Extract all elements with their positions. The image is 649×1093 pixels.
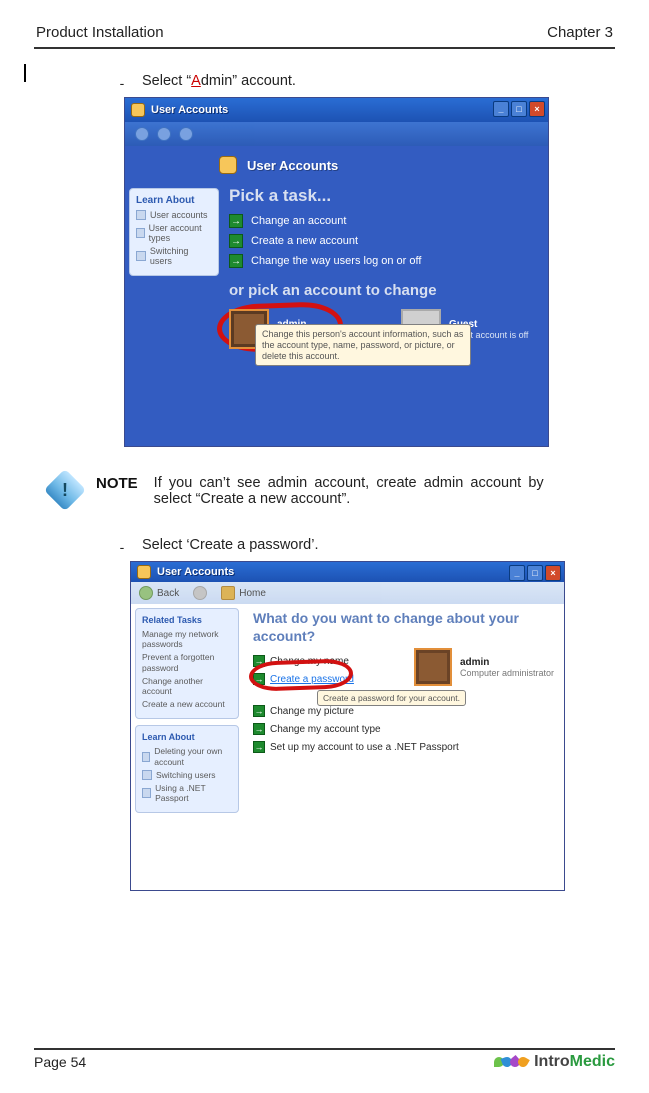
screenshot-user-account-detail: User Accounts _ □ × Back Home Related Ta… — [130, 561, 565, 891]
related-item[interactable]: Prevent a forgotten password — [142, 652, 232, 672]
close-button[interactable]: × — [529, 101, 545, 117]
note-block: ! NOTE If you can’t see admin account, c… — [54, 469, 613, 507]
question-heading: What do you want to change about your ac… — [253, 610, 552, 645]
window-title: User Accounts — [157, 566, 234, 578]
related-item[interactable]: Change another account — [142, 676, 232, 696]
task-logon-options[interactable]: →Change the way users log on or off — [229, 254, 548, 268]
arrow-icon: → — [253, 705, 265, 717]
page-footer: Page 54 IntroMedic — [34, 1048, 615, 1071]
option-net-passport[interactable]: →Set up my account to use a .NET Passpor… — [253, 741, 552, 753]
header-right: Chapter 3 — [547, 24, 613, 41]
option-change-type[interactable]: →Change my account type — [253, 723, 552, 735]
brand-logo: IntroMedic — [494, 1053, 615, 1071]
footer-rule — [34, 1048, 615, 1050]
learn-item[interactable]: User accounts — [136, 210, 212, 220]
learn-item[interactable]: Switching users — [136, 246, 212, 266]
main-panel: What do you want to change about your ac… — [243, 604, 564, 823]
step-text: Select ‘Create a password’. — [142, 537, 319, 553]
account-name: admin — [460, 657, 554, 668]
window-title: User Accounts — [151, 104, 228, 116]
help-icon — [136, 210, 146, 220]
content-header: User Accounts — [125, 146, 548, 184]
pick-a-task-heading: Pick a task... — [229, 186, 548, 206]
tooltip: Change this person's account information… — [255, 324, 471, 366]
app-icon — [131, 103, 145, 117]
related-item[interactable]: Create a new account — [142, 699, 232, 709]
related-item[interactable]: Manage my network passwords — [142, 629, 232, 649]
task-create-account[interactable]: →Create a new account — [229, 234, 548, 248]
note-text: If you can’t see admin account, create a… — [154, 469, 544, 507]
home-button[interactable]: Home — [221, 586, 266, 600]
home-icon — [221, 586, 235, 600]
home-button[interactable] — [179, 127, 193, 141]
highlight-circle — [249, 658, 354, 692]
help-icon — [142, 788, 151, 798]
arrow-icon: → — [229, 214, 243, 228]
change-bar — [24, 64, 26, 82]
account-subtitle: Computer administrator — [460, 668, 554, 678]
page-number: Page 54 — [34, 1054, 86, 1070]
sidebar: Related Tasks Manage my network password… — [131, 604, 243, 823]
maximize-button[interactable]: □ — [527, 565, 543, 581]
forward-button[interactable] — [157, 127, 171, 141]
sidebar-learn-about: Learn About User accounts User account t… — [125, 184, 223, 452]
minimize-button[interactable]: _ — [509, 565, 525, 581]
arrow-icon: → — [253, 741, 265, 753]
help-icon — [142, 752, 150, 762]
navigation-toolbar: Back Home — [131, 582, 564, 604]
or-pick-heading: or pick an account to change — [229, 282, 548, 299]
help-icon — [142, 770, 152, 780]
step-select-admin: - Select “Admin” account. — [118, 73, 613, 91]
help-icon — [136, 251, 146, 261]
learn-item[interactable]: Deleting your own account — [142, 746, 232, 766]
screenshot-user-accounts-home: User Accounts _ □ × User Accounts — [124, 97, 549, 447]
main-panel: Pick a task... →Change an account →Creat… — [223, 184, 548, 452]
close-button[interactable]: × — [545, 565, 561, 581]
users-icon — [219, 156, 237, 174]
current-user-badge: admin Computer administrator — [414, 648, 554, 686]
window-titlebar: User Accounts _ □ × — [131, 562, 564, 582]
option-change-picture[interactable]: →Change my picture — [253, 705, 552, 717]
back-button[interactable] — [135, 127, 149, 141]
maximize-button[interactable]: □ — [511, 101, 527, 117]
learn-about-title: Learn About — [142, 732, 232, 742]
minimize-button[interactable]: _ — [493, 101, 509, 117]
content-title: User Accounts — [247, 158, 338, 173]
back-button[interactable]: Back — [139, 586, 179, 600]
header-left: Product Installation — [36, 24, 164, 41]
learn-about-title: Learn About — [136, 195, 212, 206]
learn-item[interactable]: User account types — [136, 223, 212, 243]
tooltip: Create a password for your account. — [317, 690, 466, 706]
help-icon — [136, 228, 145, 238]
learn-item[interactable]: Using a .NET Passport — [142, 783, 232, 803]
app-icon — [137, 565, 151, 579]
learn-item[interactable]: Switching users — [142, 770, 232, 780]
forward-icon — [193, 586, 207, 600]
step-text: Select “Admin” account. — [142, 73, 296, 89]
navigation-toolbar — [125, 122, 548, 146]
task-change-account[interactable]: →Change an account — [229, 214, 548, 228]
attention-icon: ! — [44, 469, 86, 511]
arrow-icon: → — [229, 234, 243, 248]
bullet-dash: - — [118, 73, 126, 91]
arrow-icon: → — [229, 254, 243, 268]
page-header: Product Installation Chapter 3 — [34, 24, 615, 45]
related-tasks-title: Related Tasks — [142, 615, 232, 625]
forward-button[interactable] — [193, 586, 207, 600]
header-rule — [34, 47, 615, 49]
window-titlebar: User Accounts _ □ × — [125, 98, 548, 122]
bullet-dash: - — [118, 537, 126, 555]
step-create-password: - Select ‘Create a password’. — [118, 537, 613, 555]
arrow-icon: → — [253, 723, 265, 735]
note-label: NOTE — [96, 469, 138, 492]
account-picture — [414, 648, 452, 686]
back-icon — [139, 586, 153, 600]
